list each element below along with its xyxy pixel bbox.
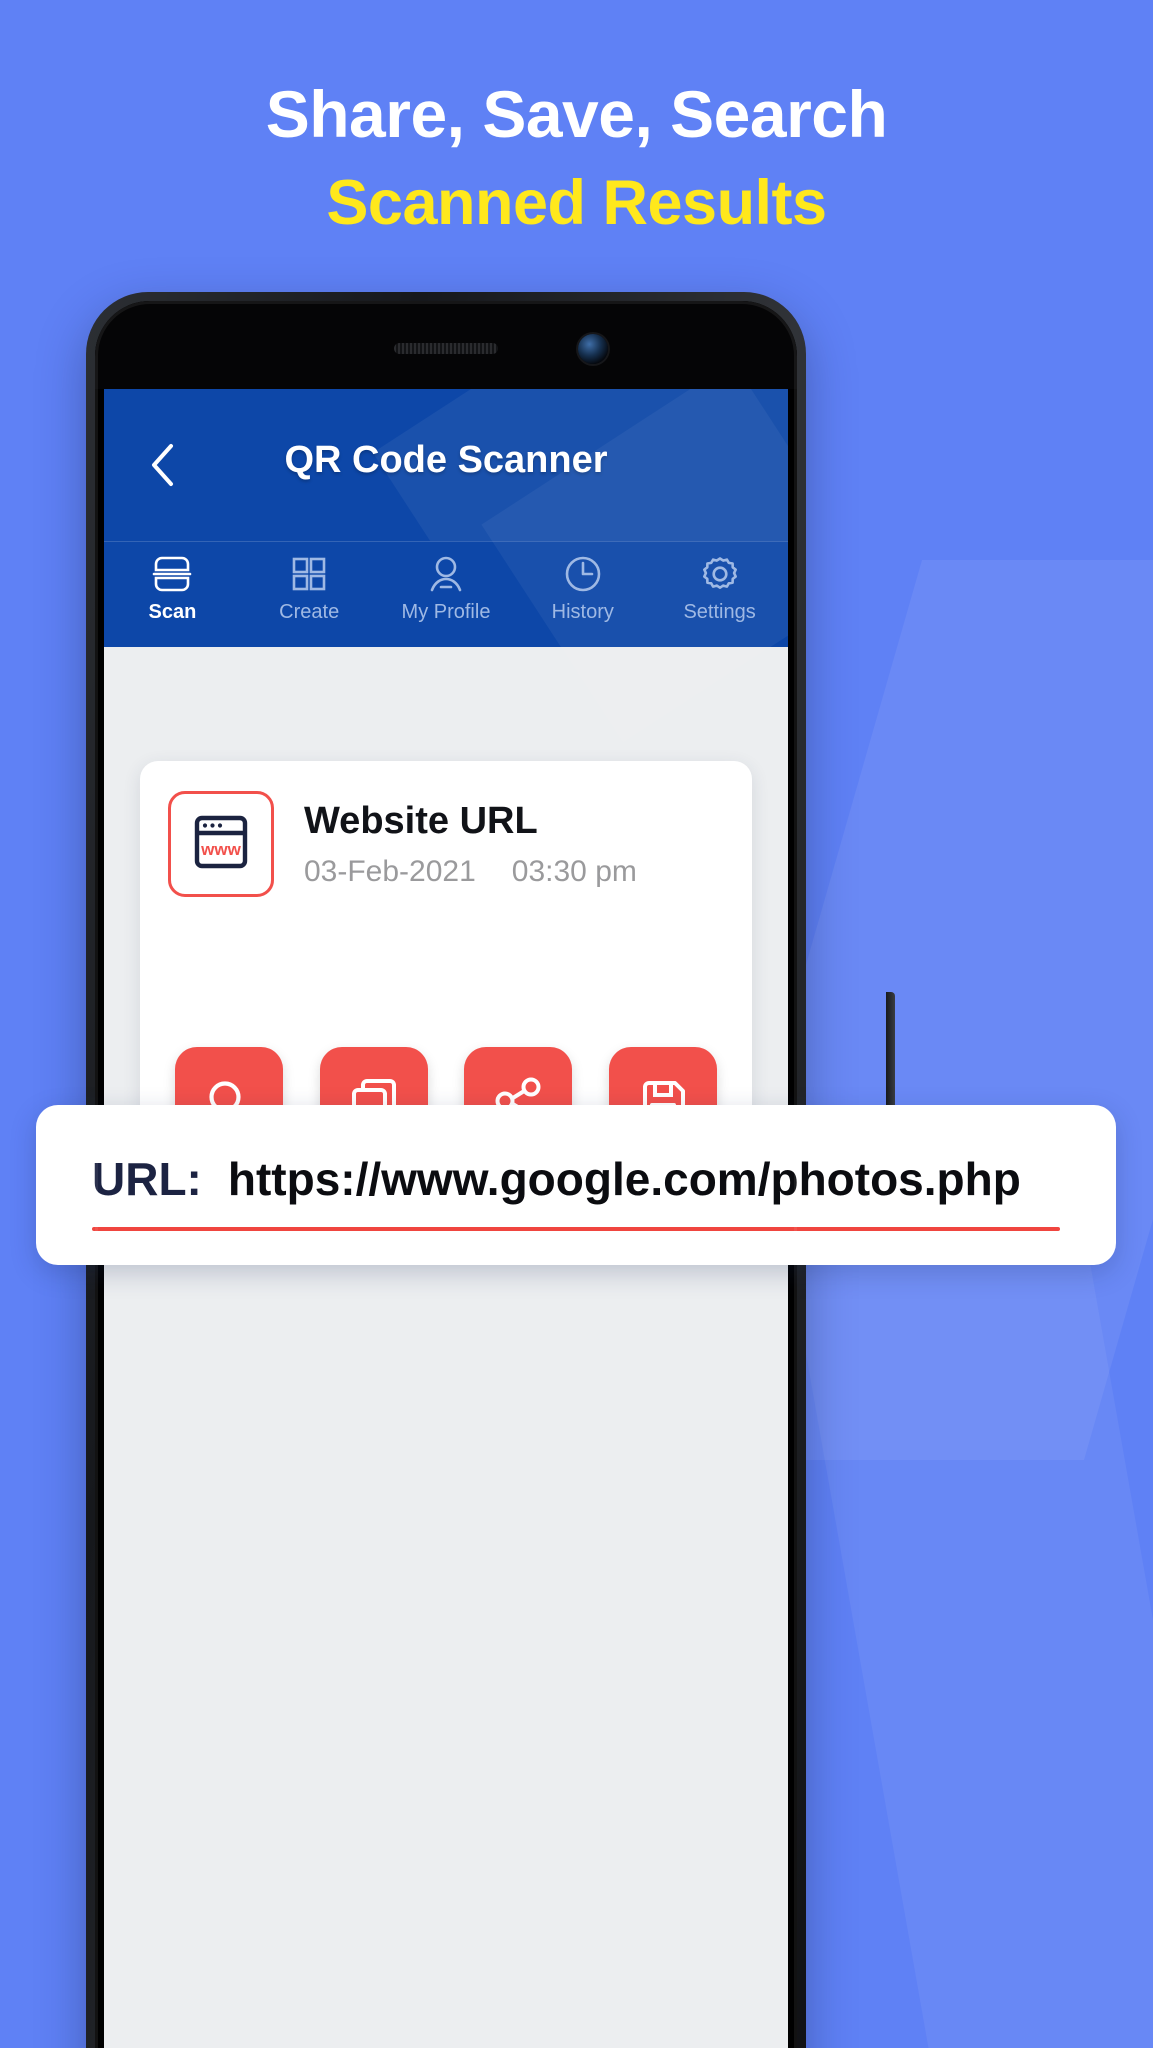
phone-button-power [886, 992, 895, 1112]
url-callout-banner: URL: https://www.google.com/photos.php [36, 1105, 1116, 1265]
promo-headline-line-1: Share, Save, Search [265, 77, 888, 151]
url-label: URL: [92, 1153, 202, 1205]
scan-result-header: www Website URL 03-Feb-2021 03:30 pm [168, 791, 724, 897]
phone-earpiece-speaker [394, 343, 498, 354]
result-content-area [168, 897, 724, 1047]
tab-bar: Scan Create My Profile History Settings [104, 389, 788, 743]
tab-scan-label: Scan [148, 601, 197, 623]
result-date: 03-Feb-2021 [304, 854, 476, 888]
promo-screenshot: Share, Save, Search Scanned Results QR C… [0, 0, 1153, 2048]
tab-create[interactable]: Create [241, 542, 378, 624]
gear-icon [700, 552, 740, 596]
tab-history-label: History [551, 601, 614, 623]
app-bar: QR Code Scanner [104, 389, 788, 541]
result-title: Website URL [304, 799, 538, 842]
tab-my-profile-label: My Profile [401, 601, 491, 623]
tab-my-profile[interactable]: My Profile [378, 542, 515, 624]
grid-squares-icon [290, 552, 328, 596]
url-underline [92, 1227, 1060, 1231]
person-icon [426, 552, 466, 596]
scan-result-text: Website URL 03-Feb-2021 03:30 pm [304, 800, 637, 889]
app-title: QR Code Scanner [284, 439, 608, 481]
tab-settings-label: Settings [683, 601, 756, 623]
scan-lines-icon [152, 552, 192, 596]
phone-front-camera [578, 334, 608, 364]
tab-settings[interactable]: Settings [651, 542, 788, 624]
result-type-badge: www [168, 791, 274, 897]
svg-text:www: www [200, 840, 241, 859]
tab-create-label: Create [279, 601, 340, 623]
url-callout-row: URL: https://www.google.com/photos.php [92, 1152, 1060, 1206]
www-browser-icon: www [188, 809, 254, 880]
promo-headline-line-2: Scanned Results [326, 167, 827, 238]
tab-scan[interactable]: Scan [104, 542, 241, 624]
clock-icon [563, 552, 603, 596]
promo-headline: Share, Save, Search Scanned Results [0, 77, 1153, 238]
tab-history[interactable]: History [514, 542, 651, 624]
result-meta: 03-Feb-2021 03:30 pm [304, 855, 637, 889]
background-wedge-lower-right [775, 1180, 1153, 2048]
url-value[interactable]: https://www.google.com/photos.php [228, 1152, 1021, 1206]
result-time: 03:30 pm [511, 854, 637, 888]
